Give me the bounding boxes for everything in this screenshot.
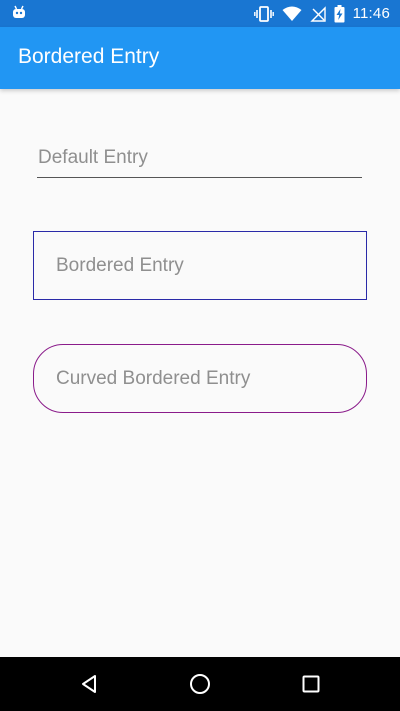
wifi-icon: [282, 6, 302, 21]
recents-button[interactable]: [298, 671, 324, 697]
android-debug-icon: [13, 5, 25, 18]
home-button[interactable]: [187, 671, 213, 697]
recents-icon: [302, 675, 320, 693]
home-icon: [190, 674, 210, 694]
page-title: Bordered Entry: [18, 45, 160, 68]
content-area: [0, 89, 400, 657]
bordered-entry-input[interactable]: [33, 231, 367, 300]
status-icons: 11:46: [253, 0, 390, 27]
back-button[interactable]: [76, 671, 102, 697]
curved-bordered-entry-input[interactable]: [33, 344, 367, 413]
status-time: 11:46: [352, 5, 390, 22]
battery-charging-icon: [334, 4, 345, 22]
back-icon: [82, 675, 96, 693]
navigation-bar: [0, 657, 400, 711]
app-bar: Bordered Entry: [0, 27, 400, 89]
default-entry-input[interactable]: [37, 145, 362, 178]
no-sim-icon: [309, 5, 326, 22]
vibrate-icon: [253, 5, 274, 22]
status-bar: 11:46: [0, 0, 400, 27]
